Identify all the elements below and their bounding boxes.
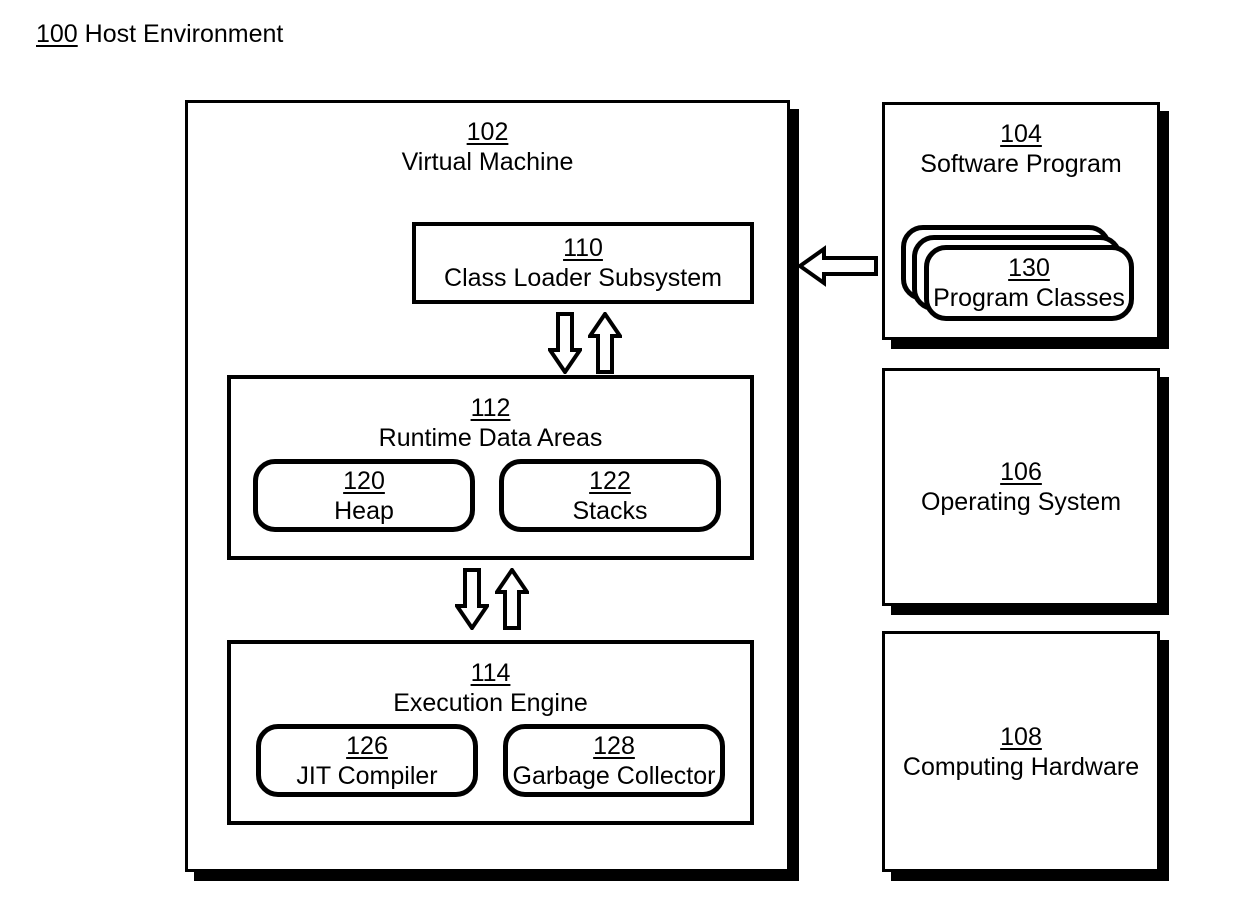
program-classes-ref: 130 — [1008, 254, 1050, 282]
virtual-machine-label: 102 Virtual Machine — [188, 117, 787, 177]
runtime-data-areas-label: 112 Runtime Data Areas — [231, 393, 750, 453]
operating-system-box: 106 Operating System — [882, 368, 1160, 606]
software-program-title: Software Program — [920, 150, 1122, 178]
operating-system-ref: 106 — [1000, 458, 1042, 486]
program-classes-label: 130 Program Classes — [929, 253, 1129, 313]
class-loader-subsystem-title: Class Loader Subsystem — [444, 264, 722, 292]
stacks-title: Stacks — [572, 496, 648, 525]
execution-to-runtime-up-arrow — [495, 568, 529, 630]
computing-hardware-label: 108 Computing Hardware — [885, 722, 1157, 782]
jit-compiler-ref: 126 — [346, 731, 388, 760]
virtual-machine-title: Virtual Machine — [401, 148, 574, 176]
heap-ref: 120 — [343, 466, 385, 495]
stacks-label: 122 Stacks — [504, 466, 716, 526]
computing-hardware-box: 108 Computing Hardware — [882, 631, 1160, 872]
execution-engine-ref: 114 — [470, 659, 511, 687]
figure-title-text: Host Environment — [84, 20, 284, 48]
program-classes-stack: 130 Program Classes — [901, 225, 1139, 321]
class-loader-subsystem-ref: 110 — [563, 234, 603, 262]
execution-engine-label: 114 Execution Engine — [231, 658, 750, 718]
software-program-box: 104 Software Program 130 Program Classes — [882, 102, 1160, 340]
garbage-collector-box: 128 Garbage Collector — [503, 724, 725, 797]
computing-hardware-title: Computing Hardware — [902, 752, 1140, 781]
jit-compiler-title: JIT Compiler — [296, 761, 438, 790]
jit-compiler-label: 126 JIT Compiler — [261, 731, 473, 791]
execution-engine-title: Execution Engine — [393, 689, 588, 717]
heap-label: 120 Heap — [258, 466, 470, 526]
virtual-machine-ref: 102 — [466, 118, 509, 146]
stacks-ref: 122 — [589, 466, 631, 495]
execution-engine-box: 114 Execution Engine 126 JIT Compiler 12… — [227, 640, 754, 825]
program-to-vm-left-arrow — [798, 245, 878, 287]
figure-ref: 100 — [36, 20, 78, 48]
runtime-data-areas-ref: 112 — [470, 394, 511, 422]
stacks-box: 122 Stacks — [499, 459, 721, 532]
figure-title: 100 Host Environment — [36, 18, 283, 50]
jit-compiler-box: 126 JIT Compiler — [256, 724, 478, 797]
operating-system-title: Operating System — [920, 488, 1122, 516]
software-program-label: 104 Software Program — [885, 119, 1157, 179]
operating-system-label: 106 Operating System — [885, 457, 1157, 517]
class-loader-subsystem-box: 110 Class Loader Subsystem — [412, 222, 754, 304]
software-program-ref: 104 — [1000, 120, 1042, 148]
class-loader-subsystem-label: 110 Class Loader Subsystem — [416, 233, 750, 293]
runtime-data-areas-box: 112 Runtime Data Areas 120 Heap 122 Stac… — [227, 375, 754, 560]
heap-box: 120 Heap — [253, 459, 475, 532]
class-loader-to-runtime-down-arrow — [548, 312, 582, 374]
program-classes-title: Program Classes — [933, 284, 1125, 312]
heap-title: Heap — [334, 496, 394, 525]
garbage-collector-label: 128 Garbage Collector — [508, 731, 720, 791]
program-classes-card-front: 130 Program Classes — [924, 245, 1134, 321]
runtime-to-class-loader-up-arrow — [588, 312, 622, 374]
garbage-collector-ref: 128 — [593, 731, 635, 760]
computing-hardware-ref: 108 — [1000, 722, 1042, 751]
garbage-collector-title: Garbage Collector — [512, 761, 716, 790]
runtime-to-execution-down-arrow — [455, 568, 489, 630]
runtime-data-areas-title: Runtime Data Areas — [378, 424, 603, 452]
